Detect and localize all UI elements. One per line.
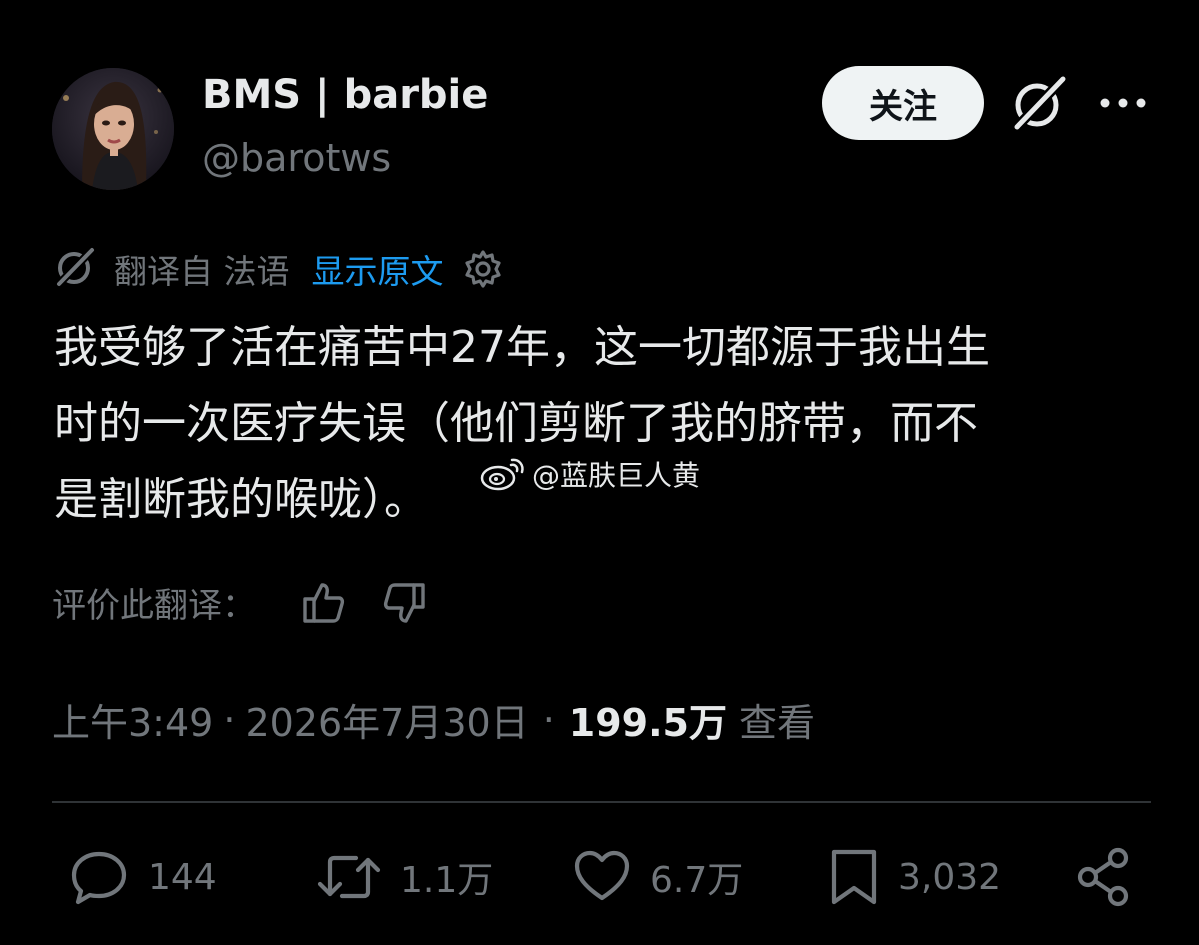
translated-from-label: 翻译自 法语 <box>114 252 290 291</box>
thumbs-down-icon[interactable] <box>380 579 428 627</box>
like-count: 6.7万 <box>650 860 744 901</box>
avatar[interactable] <box>52 68 174 190</box>
views-count: 199.5万 <box>568 701 727 745</box>
tweet-time[interactable]: 上午3:49 <box>52 692 213 747</box>
repost-count: 1.1万 <box>400 860 494 901</box>
divider <box>52 801 1151 803</box>
bookmark-icon <box>828 846 880 908</box>
bookmark-button[interactable]: 3,032 <box>828 846 1001 908</box>
meta-separator: · <box>542 697 555 742</box>
tweet-text-line: 我受够了活在痛苦中27年，这一切都源于我出生 <box>54 322 990 373</box>
show-original-link[interactable]: 显示原文 <box>312 245 444 293</box>
bookmark-count: 3,032 <box>898 856 1002 898</box>
repost-button[interactable]: 1.1万 <box>316 846 493 908</box>
author-display-name[interactable]: BMS | barbie <box>202 72 488 118</box>
reply-button[interactable]: 144 <box>68 846 217 908</box>
tweet-date[interactable]: 2026年7月30日 <box>245 692 528 747</box>
tweet-meta: 上午3:49 · 2026年7月30日 · 199.5万 查看 <box>52 692 815 747</box>
tweet-text: 我受够了活在痛苦中27年，这一切都源于我出生 时的一次医疗失误（他们剪断了我的脐… <box>54 310 1164 538</box>
like-button[interactable]: 6.7万 <box>572 846 743 908</box>
author-handle[interactable]: @barotws <box>202 136 391 180</box>
translation-bar: 翻译自 法语 显示原文 <box>52 244 504 294</box>
rate-translation-row: 评价此翻译： <box>52 578 428 627</box>
tweet-text-line: 时的一次医疗失误（他们剪断了我的脐带，而不 <box>54 398 978 449</box>
repost-icon <box>316 846 382 908</box>
gear-icon[interactable] <box>462 248 504 290</box>
share-icon <box>1074 846 1134 908</box>
share-button[interactable] <box>1074 846 1134 908</box>
grok-translate-icon <box>52 244 98 294</box>
more-icon[interactable] <box>1098 86 1148 120</box>
avatar-image <box>52 68 174 190</box>
reply-icon <box>68 846 130 908</box>
heart-icon <box>572 846 632 908</box>
weibo-watermark: @蓝肤巨人黄 <box>480 454 700 494</box>
reply-count: 144 <box>148 856 217 898</box>
grok-icon[interactable] <box>1008 72 1070 134</box>
views-label: 查看 <box>738 701 815 745</box>
watermark-text: @蓝肤巨人黄 <box>532 459 701 492</box>
follow-button[interactable]: 关注 <box>822 66 984 140</box>
weibo-icon <box>480 456 526 492</box>
rate-translation-label: 评价此翻译： <box>52 586 256 626</box>
thumbs-up-icon[interactable] <box>300 579 348 627</box>
meta-separator: · <box>223 697 236 742</box>
